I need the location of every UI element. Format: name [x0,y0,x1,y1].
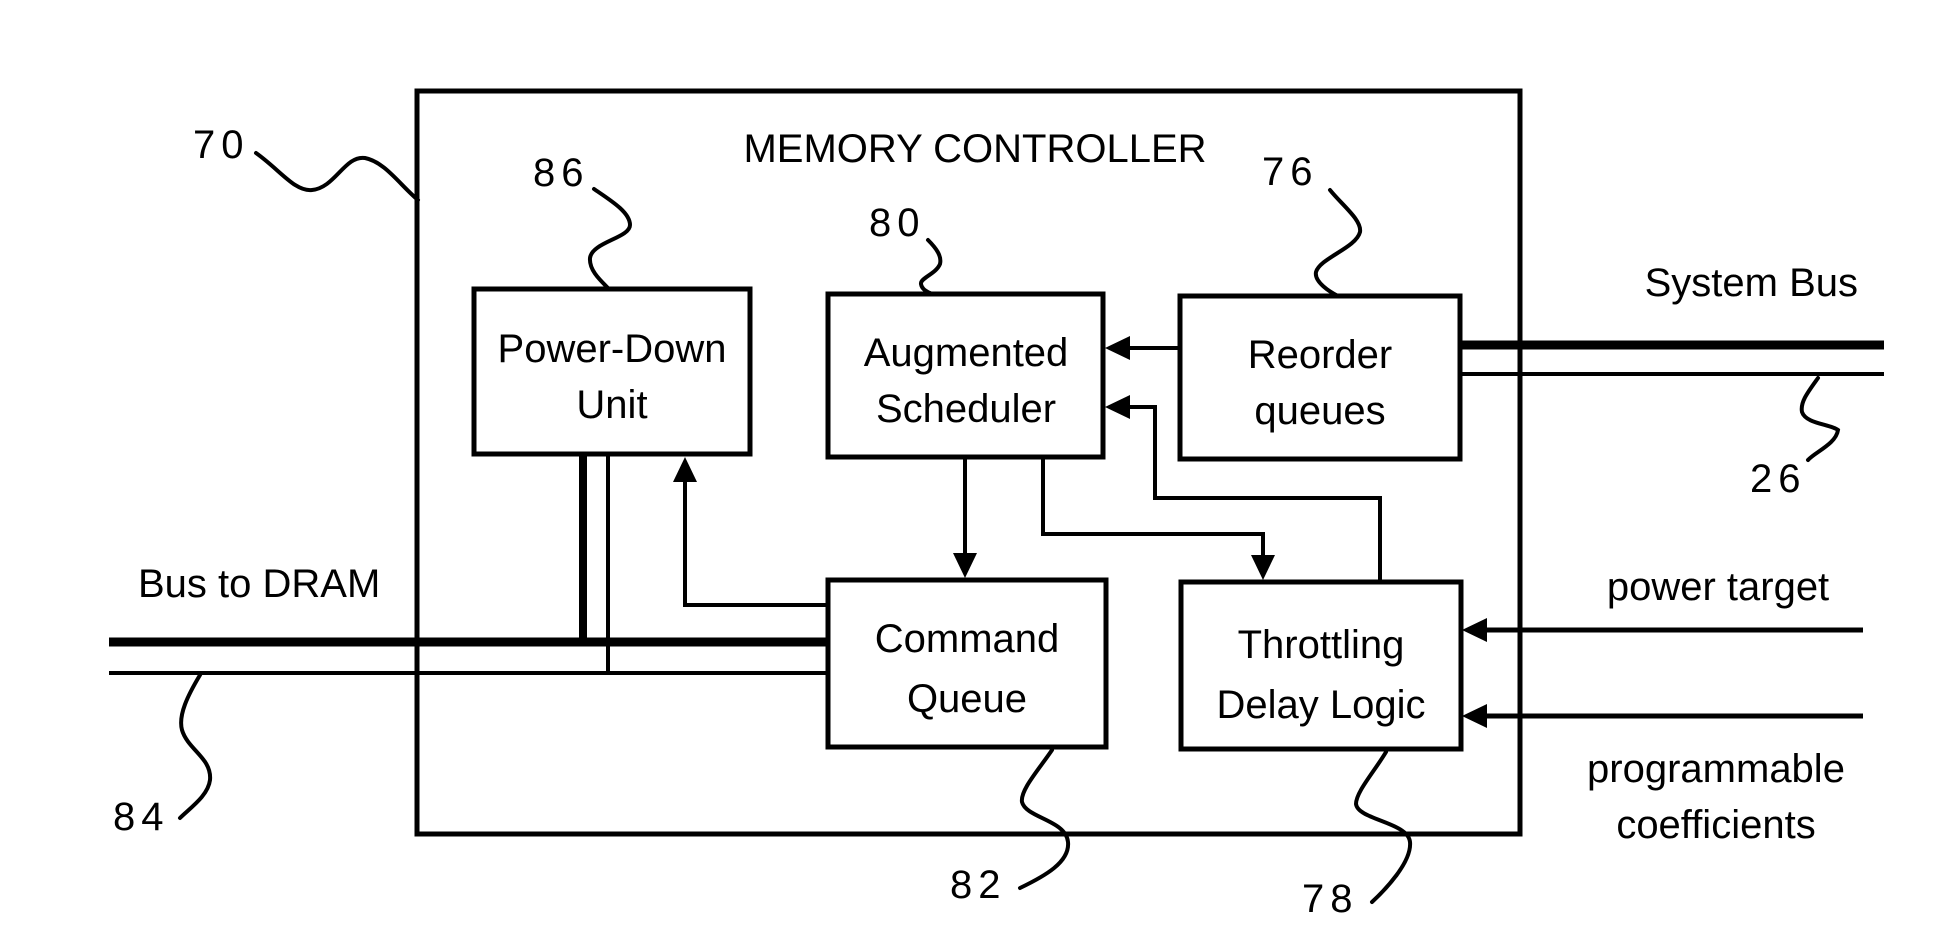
system-bus-label: System Bus [1645,261,1858,305]
scheduler-to-throttling-arrowhead [1251,555,1275,580]
command-queue-block: Command Queue [825,577,1109,750]
scheduler-line-2: Scheduler [876,387,1056,431]
power-target-label: power target [1607,565,1829,609]
reorder-queues-block: Reorder queues [1177,293,1463,462]
coefficients-label-line-1: programmable [1587,747,1845,791]
augmented-scheduler-block: Augmented Scheduler [825,291,1106,460]
coefficients-arrowhead [1462,704,1487,728]
ref-84-leader [178,673,213,820]
ref-78-label: 78 [1302,877,1359,921]
ref-82-leader [1018,748,1071,890]
ref-26-label: 26 [1750,457,1807,501]
reorder-line-2: queues [1254,389,1385,433]
memory-controller-title: MEMORY CONTROLLER [743,127,1206,171]
ref-80-label: 80 [869,201,926,245]
throttling-to-scheduler-arrowhead [1105,395,1130,419]
memory-controller-diagram: MEMORY CONTROLLER 70 Bus to DRAM 84 Syst… [109,88,1884,921]
ref-78-leader [1353,750,1413,904]
ref-76-label: 76 [1262,150,1319,194]
power-down-unit-block: Power-Down Unit [471,286,753,457]
throttling-delay-logic-block: Throttling Delay Logic [1178,579,1464,752]
command-queue-to-power-down-line [683,474,828,607]
ref-86-label: 86 [533,151,590,195]
power-target-arrowhead [1462,618,1487,642]
ref-70-label: 70 [193,123,250,167]
command-queue-to-power-down-arrowhead [673,457,697,482]
ref-70-leader [254,151,420,202]
reorder-to-scheduler-arrowhead [1105,336,1130,360]
scheduler-to-command-queue-arrowhead [953,553,977,578]
command-queue-line-1: Command [875,617,1060,661]
ref-82-label: 82 [950,863,1007,907]
power-down-line-2: Unit [576,383,647,427]
ref-86-leader [587,187,633,290]
throttling-line-1: Throttling [1238,623,1405,667]
ref-26-leader [1799,376,1841,462]
ref-80-leader [919,238,943,296]
command-queue-line-2: Queue [907,677,1027,721]
ref-76-leader [1313,188,1363,298]
reorder-line-1: Reorder [1248,333,1393,377]
coefficients-label-line-2: coefficients [1616,803,1815,847]
ref-84-label: 84 [113,795,170,839]
power-down-line-1: Power-Down [498,327,727,371]
dram-bus-label: Bus to DRAM [138,562,380,606]
throttling-line-2: Delay Logic [1216,683,1425,727]
scheduler-line-1: Augmented [864,331,1069,375]
